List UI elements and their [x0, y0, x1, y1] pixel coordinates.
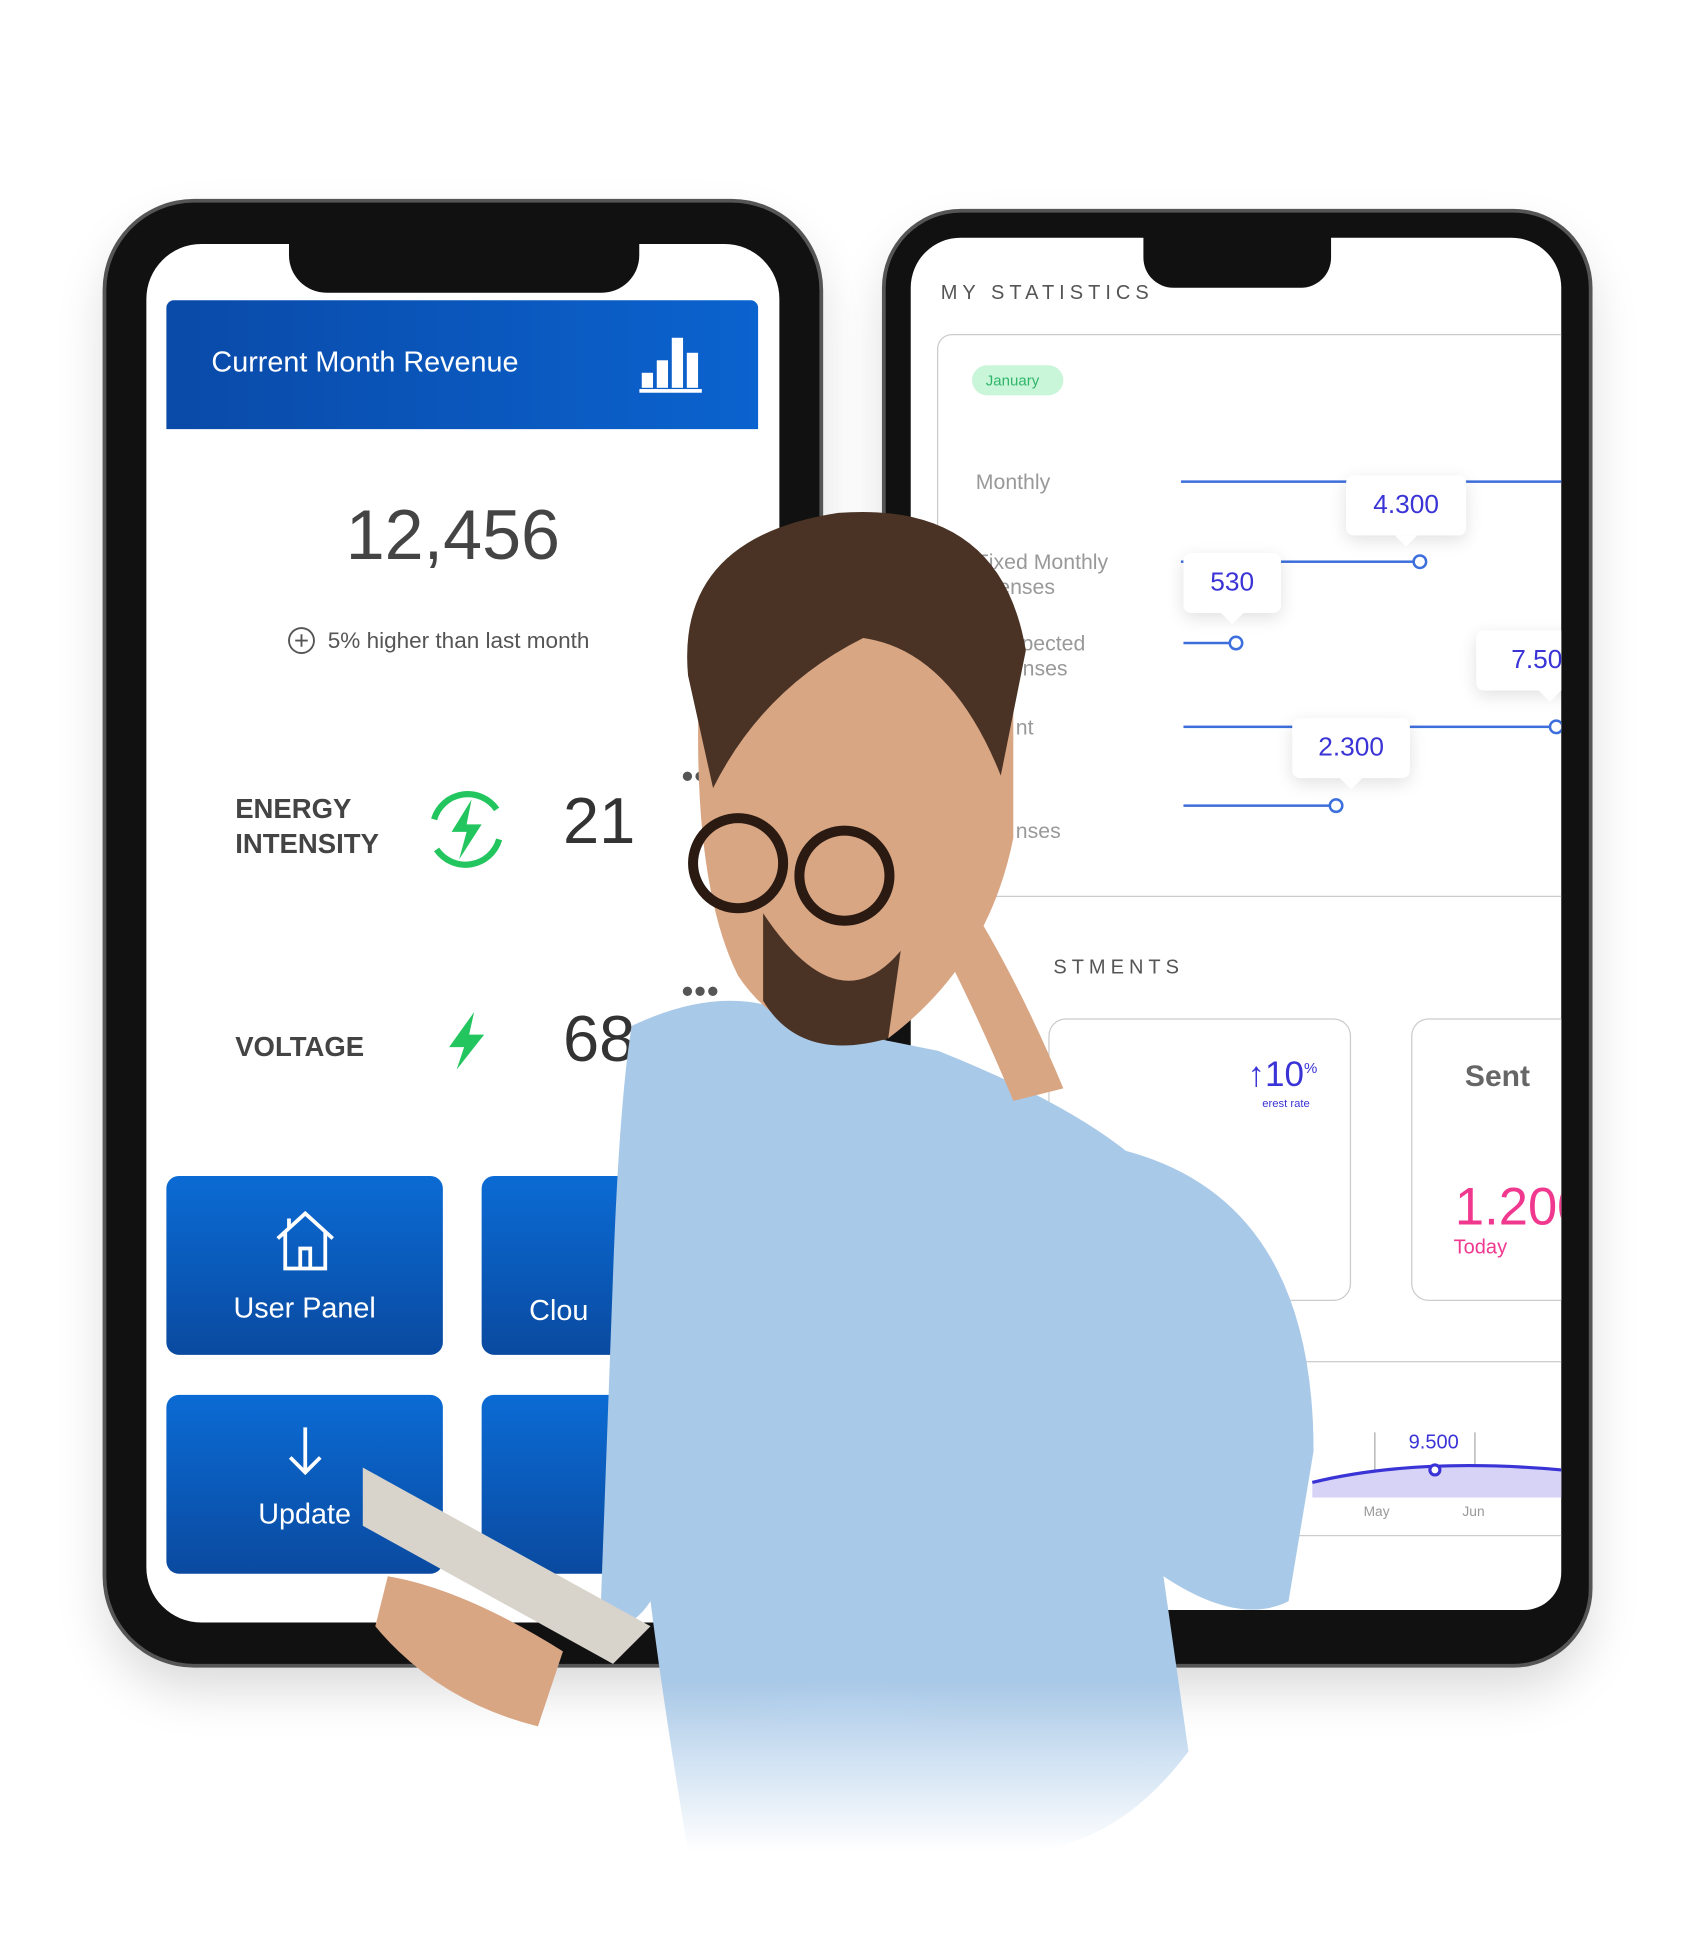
download-icon: [288, 1427, 321, 1476]
revenue-header: Current Month Revenue: [166, 300, 759, 430]
sent-title: Sent: [1464, 1059, 1530, 1094]
tooltip-unexpected: 7.50: [1476, 630, 1562, 702]
month-label: Jun: [1462, 1504, 1485, 1520]
sent-value: 1.200: [1454, 1177, 1561, 1236]
month-label: May: [1363, 1504, 1390, 1520]
sent-card: Sent 1.200 Today: [1411, 1018, 1562, 1302]
section-title: MY STATISTICS: [940, 282, 1154, 304]
phone-notch: [288, 227, 640, 293]
month-badge[interactable]: January: [972, 365, 1064, 396]
bar-chart-icon: [639, 337, 702, 393]
person-photo: [362, 511, 1314, 1852]
phone-notch: [1143, 235, 1332, 288]
energy-label: ENERGY INTENSITY: [235, 793, 379, 860]
plus-circle-icon: [288, 627, 315, 654]
header-title: Current Month Revenue: [211, 345, 519, 378]
slider-handle[interactable]: [1548, 719, 1562, 735]
slider-handle[interactable]: [1412, 554, 1428, 570]
stat-label: Monthly: [975, 470, 1051, 495]
voltage-label: VOLTAGE: [235, 1030, 365, 1063]
home-icon: [275, 1210, 334, 1271]
peak-label: 9.500: [1408, 1432, 1459, 1454]
tooltip-monthly: 4.300: [1346, 475, 1467, 547]
sent-sub: Today: [1453, 1237, 1508, 1259]
